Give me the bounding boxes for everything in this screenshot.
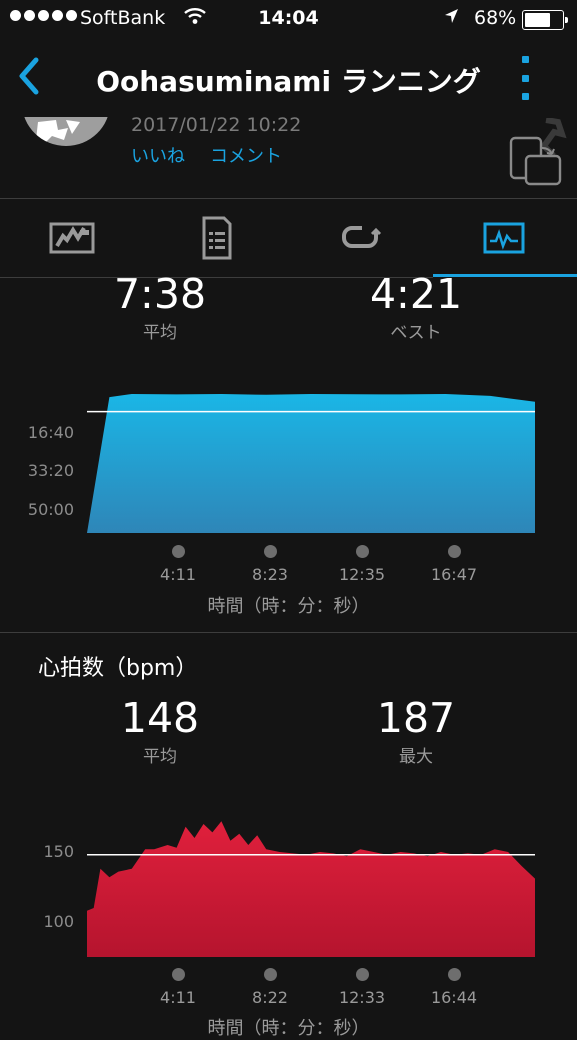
hr-x-tick-label: 4:11 [160, 988, 196, 1007]
vertical-ellipsis-icon [521, 56, 529, 63]
battery-percentage: 68% [474, 7, 517, 29]
tab-details[interactable] [192, 208, 242, 264]
hr-x-tick-label: 12:33 [338, 988, 386, 1007]
hr-x-tick-marker[interactable] [448, 968, 461, 981]
laps-icon [342, 226, 382, 248]
divider [0, 198, 577, 199]
hr-average-label: 平均 [143, 747, 177, 767]
pace-x-tick-marker[interactable] [172, 545, 185, 558]
hr-y-tick-label: 150 [43, 842, 74, 861]
pace-x-tick-marker[interactable] [264, 545, 277, 558]
device-sync-icon [509, 117, 567, 186]
status-bar: SoftBank 14:04 68% [0, 0, 577, 40]
tab-laps[interactable] [336, 208, 386, 264]
tab-map[interactable] [48, 208, 98, 264]
heart-rate-heading: 心拍数（bpm） [38, 656, 198, 681]
pace-x-tick-label: 4:11 [160, 565, 196, 584]
pace-x-tick-label: 16:47 [430, 565, 478, 584]
comment-link[interactable]: コメント [210, 142, 282, 168]
nav-bar: Oohasuminami ランニング [0, 40, 577, 114]
hr-x-tick-marker[interactable] [264, 968, 277, 981]
hr-area-series [87, 821, 535, 957]
hr-x-tick-label: 8:22 [252, 988, 288, 1007]
device-sync-button[interactable] [506, 117, 570, 188]
pace-area-series [87, 394, 535, 533]
map-icon [49, 222, 95, 254]
pace-best-label: ベスト [390, 323, 442, 343]
activity-date: 2017/01/22 10:22 [131, 114, 302, 136]
pace-x-tick-label: 8:23 [252, 565, 288, 584]
pace-y-tick-label: 16:40 [27, 422, 74, 442]
hr-max-value: 187 [376, 694, 456, 742]
location-arrow-icon [443, 7, 459, 30]
pace-x-tick-marker[interactable] [356, 545, 369, 558]
hr-max-label: 最大 [399, 747, 433, 767]
pace-x-axis-title: 時間（時：分：秒） [207, 596, 370, 617]
more-options-button[interactable] [514, 56, 536, 100]
battery-icon [522, 10, 568, 30]
page-title: Oohasuminami ランニング [96, 65, 481, 98]
pace-chart [87, 394, 535, 533]
like-link[interactable]: いいね [131, 142, 185, 168]
hr-y-tick-label: 100 [43, 912, 74, 931]
hr-x-axis-title: 時間（時：分：秒） [207, 1018, 370, 1039]
tab-charts[interactable] [482, 208, 532, 264]
pace-best-value: 4:21 [369, 270, 463, 318]
hr-x-tick-marker[interactable] [172, 968, 185, 981]
pace-y-tick-label: 50:00 [27, 499, 74, 519]
pace-x-tick-marker[interactable] [448, 545, 461, 558]
hr-average-value: 148 [120, 694, 200, 742]
pace-average-value: 7:38 [113, 270, 207, 318]
pace-x-tick-label: 12:35 [338, 565, 386, 584]
hr-x-tick-label: 16:44 [430, 988, 478, 1007]
details-icon [202, 216, 232, 260]
pace-y-tick-label: 33:20 [27, 461, 74, 481]
hr-x-tick-marker[interactable] [356, 968, 369, 981]
charts-icon [483, 222, 525, 254]
divider [0, 632, 577, 633]
pace-average-label: 平均 [143, 323, 177, 343]
heart-rate-chart [87, 821, 535, 957]
